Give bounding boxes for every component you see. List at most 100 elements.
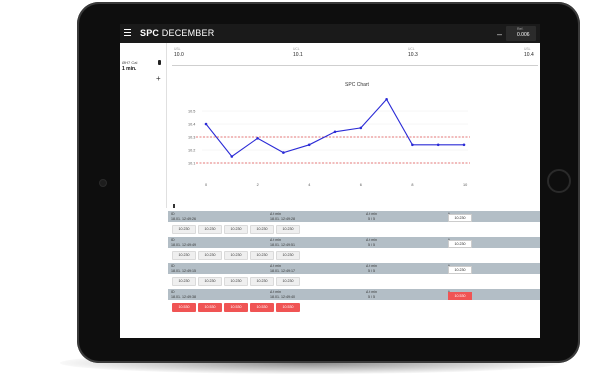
data-point [256,137,259,140]
col-label-dt: Δ t min [270,212,281,216]
measurement-chip[interactable]: 10.230 [276,251,300,260]
pin-icon[interactable] [158,60,161,65]
characteristic-panel: ØH7 Cal 1 min. + [120,54,166,244]
scale-tag: UCL [408,47,415,51]
row-time: 18.01. 12:49:28 [270,217,295,221]
row-count: 5 / 5 [368,243,375,247]
app-title-bold: SPC [140,28,160,38]
series-line [205,98,464,158]
measurement-chip[interactable]: 10.230 [198,251,222,260]
scale-item: USL 10.4 [524,47,534,58]
y-tick-label: 10.1 [188,162,195,166]
scale-tag: USL [524,47,531,51]
scale-tag: USL [174,47,181,51]
menu-icon[interactable] [124,29,131,37]
measurement-chip[interactable]: 10.530 [250,303,274,312]
x-tick-label: 8 [411,183,413,187]
col-label-id: ID [171,290,175,294]
y-tick-label: 10.4 [188,123,195,127]
col-label-id: ID [171,238,175,242]
panel-divider [166,43,167,208]
table-row-values: 10.230 10.230 10.230 10.230 10.230 10.230 [168,266,540,289]
reference-kpi[interactable]: – Ref. 0.006 [497,26,536,41]
scale-tag: UCL [293,47,300,51]
scale-value: 10.3 [408,52,418,58]
row-count: 5 / 5 [368,295,375,299]
table-row-values: 10.230 10.230 10.230 10.230 10.230 10.230 [168,214,540,237]
data-point [307,143,311,147]
measurement-chip[interactable]: 10.230 [224,277,248,286]
row-date: 18.01. 12:49:49 [171,243,196,247]
x-tick-label: 6 [360,183,362,187]
scale-value: 10.4 [524,52,534,58]
row-count: 5 / 5 [368,217,375,221]
scale-item: UCL 10.1 [293,47,303,58]
measurement-chip[interactable]: 10.230 [250,277,274,286]
mean-result[interactable]: 10.230 [448,266,472,274]
kpi-label: Ref. [517,27,524,31]
measurement-chip[interactable]: 10.530 [224,303,248,312]
measurement-chip[interactable]: 10.530 [276,303,300,312]
measurement-chip[interactable]: 10.530 [172,303,196,312]
measurement-chip[interactable]: 10.230 [250,251,274,260]
scale-value: 10.0 [174,52,184,58]
chart-title: SPC Chart [345,82,370,88]
data-point [333,130,337,134]
characteristic-label: ØH7 Cal [122,60,138,65]
row-time: 18.01. 12:49:17 [270,269,295,273]
measurement-chip[interactable]: 10.230 [224,251,248,260]
scale-item: USL 10.0 [174,47,184,58]
row-date: 18.01. 12:49:38 [171,295,196,299]
measurement-chip[interactable]: 10.230 [276,277,300,286]
data-point [204,122,208,126]
measurement-chip[interactable]: 10.230 [172,251,196,260]
home-button[interactable] [547,169,571,193]
measurement-chip[interactable]: 10.230 [224,225,248,234]
measurement-chip[interactable]: 10.230 [250,225,274,234]
measurement-chip[interactable]: 10.230 [172,225,196,234]
characteristic-interval: 1 min. [122,66,137,72]
data-point [436,143,440,147]
row-time: 18.01. 12:49:40 [270,295,295,299]
table-row-header[interactable]: ID 18.01. 12:49:38 Δ t min 18.01. 12:49:40 Δ… [168,289,540,300]
x-tick-label: 0 [205,183,207,187]
front-camera [99,179,107,187]
y-tick-label: 10.2 [188,149,195,153]
col-label-id: ID [171,264,175,268]
col-label-dt2: Δ t min [366,238,377,242]
measurement-chip[interactable]: 10.230 [198,225,222,234]
chart-pin-icon[interactable] [173,204,175,208]
measurement-chip[interactable]: 10.230 [276,225,300,234]
table-row-values: 10.530 10.530 10.530 10.530 10.530 10.530 [168,292,540,315]
add-icon[interactable]: + [156,74,161,83]
mean-result[interactable]: 10.530 [448,292,472,300]
measurement-chip[interactable]: 10.530 [198,303,222,312]
measurement-chip[interactable]: 10.230 [172,277,196,286]
col-label-dt: Δ t min [270,264,281,268]
data-point [230,155,234,158]
row-time: 18.01. 12:49:51 [270,243,295,247]
y-tick-label: 10.5 [188,110,195,114]
table-row-header[interactable]: ID 18.01. 12:49:26 Δ t min 18.01. 12:49:28 Δ… [168,211,540,222]
tolerance-scale: USL 10.0 UCL 10.1 UCL 10.3 USL 10.4 [172,45,538,66]
table-row-header[interactable]: ID 18.01. 12:49:49 Δ t min 18.01. 12:49:51 Δ… [168,237,540,248]
mean-result[interactable]: 10.230 [448,240,472,248]
measurement-chip[interactable]: 10.230 [198,277,222,286]
app-bar: SPC DECEMBER – Ref. 0.006 [120,24,540,43]
x-tick-label: 2 [257,183,259,187]
x-tick-label: 10 [463,183,467,187]
mean-result[interactable]: 10.230 [448,214,472,222]
app-title: SPC DECEMBER [140,28,214,38]
scale-item: UCL 10.3 [408,47,418,58]
row-date: 18.01. 12:49:15 [171,269,196,273]
scale-value: 10.1 [293,52,303,58]
measurement-table: ID 18.01. 12:49:26 Δ t min 18.01. 12:49:28 Δ… [168,211,540,315]
row-count: 5 / 5 [368,269,375,273]
table-row-header[interactable]: ID 18.01. 12:49:15 Δ t min 18.01. 12:49:17 Δ… [168,263,540,274]
col-label-dt: Δ t min [270,290,281,294]
spc-chart: SPC Chart 10.5 10.4 10.3 10.2 10.1 0 2 4 6 8 10 [188,82,470,187]
col-label-dt2: Δ t min [366,212,377,216]
data-point [385,98,388,101]
app-title-rest: DECEMBER [159,28,215,38]
y-tick-label: 10.3 [188,136,195,140]
